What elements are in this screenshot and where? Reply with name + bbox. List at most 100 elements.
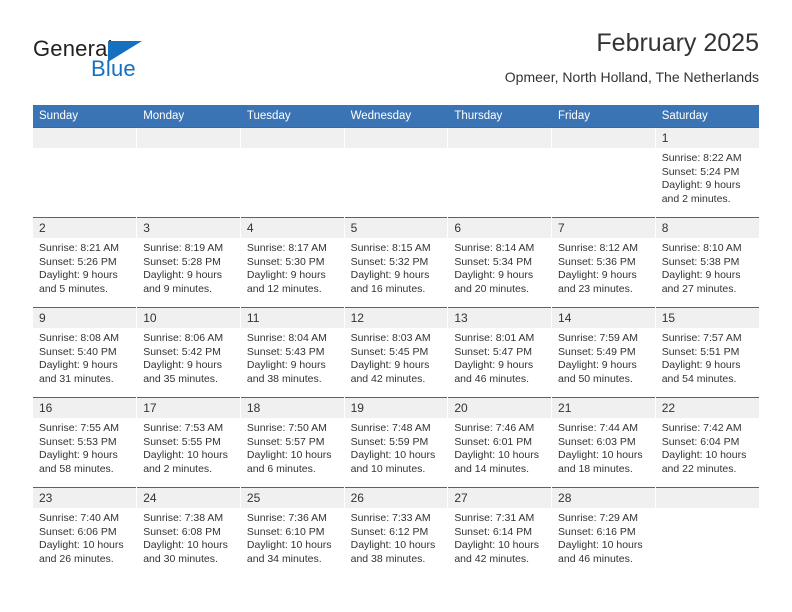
calendar-day-cell-empty (136, 127, 241, 218)
calendar-day-cell[interactable]: 21 Sunrise: 7:44 AM Sunset: 6:03 PM Dayligh… (551, 397, 656, 488)
calendar-day-cell[interactable]: 12 Sunrise: 8:03 AM Sunset: 5:45 PM Dayligh… (344, 307, 449, 398)
calendar-day-cell[interactable]: 8 Sunrise: 8:10 AM Sunset: 5:38 PM Daylight… (655, 217, 759, 308)
day-number: 1 (655, 128, 759, 148)
day-details: Sunrise: 7:33 AM Sunset: 6:12 PM Daylight:… (345, 508, 448, 566)
day-details: Sunrise: 8:19 AM Sunset: 5:28 PM Daylight:… (137, 238, 240, 296)
daylight-text: Daylight: 10 hours and 42 minutes. (454, 539, 539, 565)
calendar-day-cell[interactable]: 6 Sunrise: 8:14 AM Sunset: 5:34 PM Daylight… (447, 217, 553, 308)
daylight-text: Daylight: 9 hours and 38 minutes. (246, 359, 326, 385)
calendar-day-cell[interactable]: 10 Sunrise: 8:06 AM Sunset: 5:42 PM Dayligh… (136, 307, 241, 398)
day-details: Sunrise: 7:44 AM Sunset: 6:03 PM Daylight:… (552, 418, 655, 476)
sunrise-text: Sunrise: 7:33 AM (350, 512, 431, 524)
day-details: Sunrise: 8:01 AM Sunset: 5:47 PM Daylight:… (448, 328, 551, 386)
daylight-text: Daylight: 9 hours and 35 minutes. (143, 359, 222, 385)
day-details: Sunrise: 7:48 AM Sunset: 5:59 PM Daylight:… (345, 418, 448, 476)
day-details: Sunrise: 8:17 AM Sunset: 5:30 PM Daylight:… (241, 238, 344, 296)
day-number: 21 (552, 398, 655, 418)
calendar-day-cell[interactable]: 13 Sunrise: 8:01 AM Sunset: 5:47 PM Dayligh… (447, 307, 553, 398)
day-number: 18 (240, 398, 344, 418)
sunrise-text: Sunrise: 8:15 AM (350, 242, 431, 254)
day-number: 25 (240, 488, 344, 508)
daylight-text: Daylight: 10 hours and 26 minutes. (39, 539, 124, 565)
daylight-text: Daylight: 10 hours and 22 minutes. (661, 449, 747, 475)
sunset-text: Sunset: 6:01 PM (454, 435, 532, 448)
weekday-header-thursday: Thursday (447, 105, 553, 128)
page-header: General Blue February 2025 Opmeer, North… (33, 28, 759, 100)
calendar-day-cell[interactable]: 17 Sunrise: 7:53 AM Sunset: 5:55 PM Dayligh… (136, 397, 241, 488)
page-title: February 2025 (596, 29, 759, 57)
sunset-text: Sunset: 6:16 PM (558, 525, 636, 538)
sunset-text: Sunset: 5:57 PM (246, 435, 325, 448)
calendar-day-cell[interactable]: 16 Sunrise: 7:55 AM Sunset: 5:53 PM Dayligh… (33, 397, 138, 488)
weekday-header-monday: Monday (136, 105, 241, 128)
calendar-day-cell[interactable]: 11 Sunrise: 8:04 AM Sunset: 5:43 PM Dayligh… (240, 307, 345, 398)
day-details: Sunrise: 8:10 AM Sunset: 5:38 PM Daylight:… (656, 238, 759, 296)
calendar-day-cell-empty (240, 127, 345, 218)
calendar-page: General Blue February 2025 Opmeer, North… (0, 0, 792, 612)
calendar-day-cell[interactable]: 20 Sunrise: 7:46 AM Sunset: 6:01 PM Dayligh… (447, 397, 553, 488)
calendar-day-cell[interactable]: 26 Sunrise: 7:33 AM Sunset: 6:12 PM Dayligh… (344, 487, 449, 578)
calendar-day-cell[interactable]: 19 Sunrise: 7:48 AM Sunset: 5:59 PM Dayligh… (344, 397, 449, 488)
calendar-day-cell-empty (344, 127, 449, 218)
sunset-text: Sunset: 5:43 PM (246, 345, 325, 358)
calendar-day-cell[interactable]: 7 Sunrise: 8:12 AM Sunset: 5:36 PM Daylight… (551, 217, 656, 308)
day-details: Sunrise: 7:55 AM Sunset: 5:53 PM Daylight:… (33, 418, 136, 476)
calendar-day-cell[interactable]: 23 Sunrise: 7:40 AM Sunset: 6:06 PM Dayligh… (33, 487, 138, 578)
day-details: Sunrise: 7:53 AM Sunset: 5:55 PM Daylight:… (137, 418, 240, 476)
daylight-text: Daylight: 9 hours and 16 minutes. (350, 269, 430, 295)
sunset-text: Sunset: 5:30 PM (246, 255, 325, 268)
sunrise-text: Sunrise: 8:22 AM (661, 152, 742, 164)
daylight-text: Daylight: 9 hours and 54 minutes. (661, 359, 741, 385)
day-number: 23 (33, 488, 137, 508)
calendar-day-cell[interactable]: 1 Sunrise: 8:22 AM Sunset: 5:24 PM Daylight… (655, 127, 759, 218)
sunrise-text: Sunrise: 7:38 AM (143, 512, 224, 524)
sunrise-text: Sunrise: 7:53 AM (143, 422, 224, 434)
calendar-day-cell[interactable]: 3 Sunrise: 8:19 AM Sunset: 5:28 PM Daylight… (136, 217, 241, 308)
daylight-text: Daylight: 9 hours and 12 minutes. (246, 269, 326, 295)
day-details: Sunrise: 7:31 AM Sunset: 6:14 PM Daylight:… (448, 508, 551, 566)
calendar-day-cell[interactable]: 5 Sunrise: 8:15 AM Sunset: 5:32 PM Daylight… (344, 217, 449, 308)
sunset-text: Sunset: 5:28 PM (143, 255, 221, 268)
calendar-day-cell-empty (447, 127, 553, 218)
day-number: 15 (655, 308, 759, 328)
weekday-header-sunday: Sunday (33, 105, 138, 128)
sunset-text: Sunset: 5:55 PM (143, 435, 221, 448)
day-number: 3 (137, 218, 240, 238)
calendar-day-cell[interactable]: 25 Sunrise: 7:36 AM Sunset: 6:10 PM Dayligh… (240, 487, 345, 578)
sunrise-text: Sunrise: 8:06 AM (143, 332, 224, 344)
sunset-text: Sunset: 5:45 PM (350, 345, 429, 358)
day-number (344, 128, 448, 148)
day-details: Sunrise: 8:06 AM Sunset: 5:42 PM Daylight:… (137, 328, 240, 386)
sunrise-text: Sunrise: 8:01 AM (454, 332, 535, 344)
sunrise-text: Sunrise: 8:12 AM (558, 242, 638, 254)
daylight-text: Daylight: 9 hours and 50 minutes. (558, 359, 637, 385)
calendar-day-cell[interactable]: 15 Sunrise: 7:57 AM Sunset: 5:51 PM Dayligh… (655, 307, 759, 398)
sunrise-text: Sunrise: 8:04 AM (246, 332, 327, 344)
calendar-day-cell[interactable]: 18 Sunrise: 7:50 AM Sunset: 5:57 PM Dayligh… (240, 397, 345, 488)
sunset-text: Sunset: 6:04 PM (661, 435, 740, 448)
daylight-text: Daylight: 9 hours and 46 minutes. (454, 359, 534, 385)
day-number (137, 128, 240, 148)
daylight-text: Daylight: 9 hours and 2 minutes. (661, 179, 741, 205)
calendar-day-cell[interactable]: 14 Sunrise: 7:59 AM Sunset: 5:49 PM Dayligh… (551, 307, 656, 398)
day-number: 27 (448, 488, 552, 508)
sunrise-text: Sunrise: 7:57 AM (661, 332, 742, 344)
calendar-day-cell[interactable]: 27 Sunrise: 7:31 AM Sunset: 6:14 PM Dayligh… (447, 487, 553, 578)
calendar-day-cell[interactable]: 28 Sunrise: 7:29 AM Sunset: 6:16 PM Dayligh… (551, 487, 656, 578)
calendar-day-cell[interactable]: 22 Sunrise: 7:42 AM Sunset: 6:04 PM Dayligh… (655, 397, 759, 488)
sunrise-text: Sunrise: 8:21 AM (39, 242, 119, 254)
brand-logo[interactable]: General Blue (33, 36, 163, 88)
sunrise-text: Sunrise: 8:08 AM (39, 332, 119, 344)
calendar-day-cell[interactable]: 9 Sunrise: 8:08 AM Sunset: 5:40 PM Daylight… (33, 307, 138, 398)
daylight-text: Daylight: 10 hours and 14 minutes. (454, 449, 539, 475)
calendar-day-cell[interactable]: 2 Sunrise: 8:21 AM Sunset: 5:26 PM Daylight… (33, 217, 138, 308)
calendar-day-cell[interactable]: 24 Sunrise: 7:38 AM Sunset: 6:08 PM Dayligh… (136, 487, 241, 578)
sunset-text: Sunset: 5:59 PM (350, 435, 429, 448)
day-details: Sunrise: 8:12 AM Sunset: 5:36 PM Daylight:… (552, 238, 655, 296)
sunset-text: Sunset: 6:03 PM (558, 435, 636, 448)
calendar-day-cell[interactable]: 4 Sunrise: 8:17 AM Sunset: 5:30 PM Daylight… (240, 217, 345, 308)
day-number: 10 (137, 308, 240, 328)
day-details: Sunrise: 7:57 AM Sunset: 5:51 PM Daylight:… (656, 328, 759, 386)
daylight-text: Daylight: 9 hours and 42 minutes. (350, 359, 430, 385)
day-number: 4 (240, 218, 344, 238)
